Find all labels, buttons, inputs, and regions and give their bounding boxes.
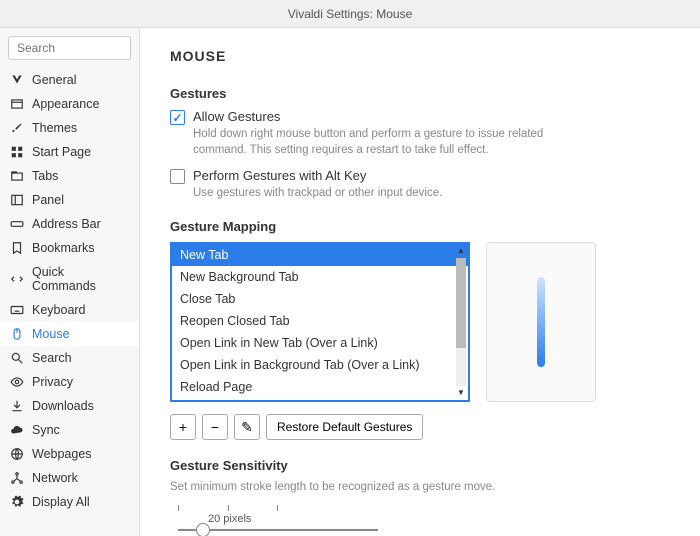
sidebar-item-search[interactable]: Search <box>0 346 139 370</box>
window-title: Vivaldi Settings: Mouse <box>0 0 700 28</box>
sidebar-item-address-bar[interactable]: Address Bar <box>0 212 139 236</box>
restore-gestures-button[interactable]: Restore Default Gestures <box>266 414 423 440</box>
sidebar-item-privacy[interactable]: Privacy <box>0 370 139 394</box>
gesture-stroke-icon <box>537 277 545 367</box>
sidebar-item-label: Search <box>32 351 72 365</box>
window-icon <box>10 97 24 111</box>
network-icon <box>10 471 24 485</box>
remove-gesture-button[interactable]: − <box>202 414 228 440</box>
sensitivity-heading: Gesture Sensitivity <box>170 458 670 473</box>
sidebar-item-label: Mouse <box>32 327 70 341</box>
sidebar-item-label: Themes <box>32 121 77 135</box>
sensitivity-desc: Set minimum stroke length to be recogniz… <box>170 481 670 493</box>
grid-icon <box>10 145 24 159</box>
sidebar-item-webpages[interactable]: Webpages <box>0 442 139 466</box>
slider-tick-label: 20 pixels <box>208 513 670 525</box>
sidebar-item-label: Network <box>32 471 78 485</box>
gesture-list-item[interactable]: Open Link in New Tab (Over a Link) <box>172 332 468 354</box>
mapping-heading: Gesture Mapping <box>170 219 670 234</box>
sidebar-item-label: Sync <box>32 423 60 437</box>
scroll-down-arrow[interactable]: ▼ <box>456 388 466 398</box>
sidebar-nav: General Appearance Themes Start Page Tabs Pan… <box>0 68 139 536</box>
sidebar-item-label: General <box>32 73 76 87</box>
gear-icon <box>10 495 24 509</box>
sidebar-item-label: Webpages <box>32 447 92 461</box>
sidebar-item-network[interactable]: Network <box>0 466 139 490</box>
content-pane: MOUSE Gestures Allow Gestures Hold down … <box>140 28 700 536</box>
download-icon <box>10 399 24 413</box>
sidebar-item-downloads[interactable]: Downloads <box>0 394 139 418</box>
sidebar-item-label: Address Bar <box>32 217 101 231</box>
altkey-gestures-desc: Use gestures with trackpad or other inpu… <box>193 185 442 201</box>
scrollbar-track[interactable] <box>456 258 466 386</box>
page-heading: MOUSE <box>170 48 670 64</box>
gesture-list-item[interactable]: Reload Page <box>172 376 468 398</box>
arrows-icon <box>10 272 24 286</box>
address-icon <box>10 217 24 231</box>
eye-icon <box>10 375 24 389</box>
globe-icon <box>10 447 24 461</box>
sidebar-item-label: Keyboard <box>32 303 86 317</box>
mouse-icon <box>10 327 24 341</box>
sidebar-item-mouse[interactable]: Mouse <box>0 322 139 346</box>
gesture-list-item[interactable]: Open Link in Background Tab (Over a Link… <box>172 354 468 376</box>
sidebar-item-panel[interactable]: Panel <box>0 188 139 212</box>
sidebar-item-themes[interactable]: Themes <box>0 116 139 140</box>
gesture-list-item[interactable]: Reopen Closed Tab <box>172 310 468 332</box>
scroll-up-arrow[interactable]: ▲ <box>456 246 466 256</box>
altkey-gestures-label: Perform Gestures with Alt Key <box>193 168 442 183</box>
gesture-list-item[interactable]: History Back <box>172 398 468 400</box>
gesture-list-item[interactable]: Close Tab <box>172 288 468 310</box>
altkey-gestures-checkbox[interactable] <box>170 169 185 184</box>
allow-gestures-desc: Hold down right mouse button and perform… <box>193 126 553 158</box>
sidebar-item-appearance[interactable]: Appearance <box>0 92 139 116</box>
sensitivity-slider[interactable] <box>178 529 378 531</box>
panel-icon <box>10 193 24 207</box>
gesture-listbox[interactable]: New TabNew Background TabClose TabReopen… <box>170 242 470 402</box>
search-input[interactable] <box>8 36 131 60</box>
gestures-heading: Gestures <box>170 86 670 101</box>
sidebar-item-start-page[interactable]: Start Page <box>0 140 139 164</box>
tabs-icon <box>10 169 24 183</box>
vivaldi-icon <box>10 73 24 87</box>
sidebar-item-label: Appearance <box>32 97 99 111</box>
search-icon <box>10 351 24 365</box>
gesture-preview <box>486 242 596 402</box>
brush-icon <box>10 121 24 135</box>
bookmark-icon <box>10 241 24 255</box>
sidebar-item-quick-commands[interactable]: Quick Commands <box>0 260 139 298</box>
sidebar-item-label: Panel <box>32 193 64 207</box>
sidebar-item-bookmarks[interactable]: Bookmarks <box>0 236 139 260</box>
gesture-list-item[interactable]: New Tab <box>172 244 468 266</box>
sidebar-item-label: Quick Commands <box>32 265 129 293</box>
sidebar-item-label: Start Page <box>32 145 91 159</box>
slider-thumb[interactable] <box>196 523 210 536</box>
scrollbar-thumb[interactable] <box>456 258 466 348</box>
sidebar-item-label: Display All <box>32 495 90 509</box>
allow-gestures-label: Allow Gestures <box>193 109 553 124</box>
sidebar-item-keyboard[interactable]: Keyboard <box>0 298 139 322</box>
sidebar: General Appearance Themes Start Page Tabs Pan… <box>0 28 140 536</box>
sidebar-item-label: Downloads <box>32 399 94 413</box>
sidebar-item-general[interactable]: General <box>0 68 139 92</box>
sidebar-item-sync[interactable]: Sync <box>0 418 139 442</box>
gesture-list-item[interactable]: New Background Tab <box>172 266 468 288</box>
sidebar-item-label: Tabs <box>32 169 58 183</box>
cloud-icon <box>10 423 24 437</box>
slider-ticks <box>178 505 278 511</box>
sidebar-item-label: Bookmarks <box>32 241 95 255</box>
sidebar-item-label: Privacy <box>32 375 73 389</box>
add-gesture-button[interactable]: + <box>170 414 196 440</box>
keyboard-icon <box>10 303 24 317</box>
sidebar-item-tabs[interactable]: Tabs <box>0 164 139 188</box>
allow-gestures-checkbox[interactable] <box>170 110 185 125</box>
edit-gesture-button[interactable]: ✎ <box>234 414 260 440</box>
sidebar-item-display-all[interactable]: Display All <box>0 490 139 514</box>
